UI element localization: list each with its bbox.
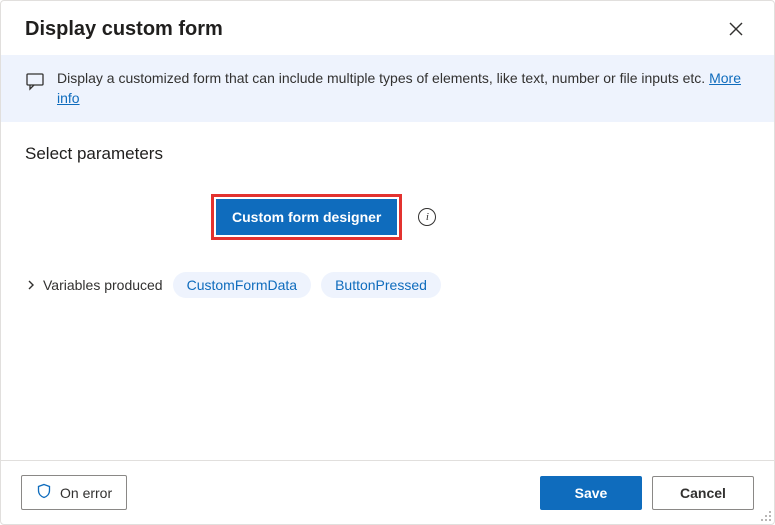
display-custom-form-dialog: Display custom form Display a customized…: [0, 0, 775, 525]
on-error-button[interactable]: On error: [21, 475, 127, 510]
info-icon[interactable]: i: [418, 208, 436, 226]
close-button[interactable]: [722, 15, 750, 43]
section-title: Select parameters: [25, 144, 750, 164]
custom-form-designer-button[interactable]: Custom form designer: [216, 199, 397, 235]
resize-grip-icon[interactable]: [759, 509, 773, 523]
shield-icon: [36, 483, 52, 502]
save-button[interactable]: Save: [540, 476, 642, 510]
dialog-content: Select parameters Custom form designer i…: [1, 122, 774, 460]
variable-pill[interactable]: CustomFormData: [173, 272, 311, 298]
info-banner: Display a customized form that can inclu…: [1, 55, 774, 122]
close-icon: [729, 22, 743, 36]
designer-button-highlight: Custom form designer: [211, 194, 402, 240]
banner-text: Display a customized form that can inclu…: [57, 69, 750, 108]
on-error-label: On error: [60, 485, 112, 501]
footer-actions: Save Cancel: [540, 476, 754, 510]
dialog-footer: On error Save Cancel: [1, 460, 774, 524]
variable-pill[interactable]: ButtonPressed: [321, 272, 441, 298]
chevron-right-icon: [25, 279, 37, 291]
cancel-button[interactable]: Cancel: [652, 476, 754, 510]
variables-produced-label: Variables produced: [43, 277, 163, 293]
variables-produced-row: Variables produced CustomFormData Button…: [25, 272, 750, 298]
comment-icon: [25, 71, 45, 94]
variables-produced-toggle[interactable]: Variables produced: [25, 277, 163, 293]
designer-row: Custom form designer i: [211, 194, 750, 240]
dialog-header: Display custom form: [1, 1, 774, 55]
dialog-title: Display custom form: [25, 18, 223, 41]
banner-description: Display a customized form that can inclu…: [57, 70, 709, 86]
